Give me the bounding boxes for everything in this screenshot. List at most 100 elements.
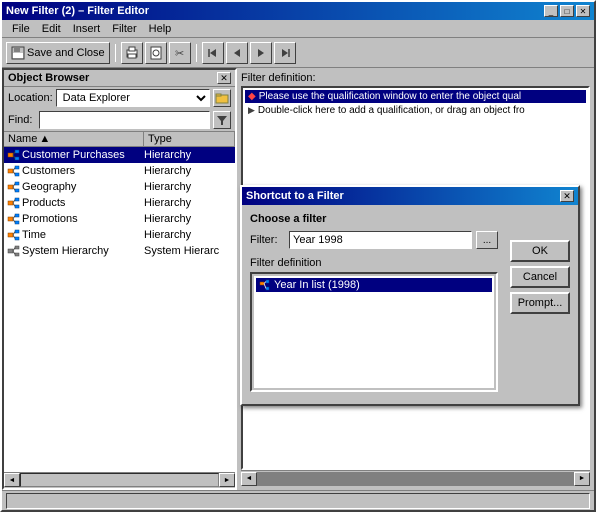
scroll-right-button[interactable]: ► [219, 473, 235, 487]
def-item-icon [259, 279, 271, 291]
scroll-track[interactable] [257, 472, 574, 486]
menu-help[interactable]: Help [143, 22, 178, 36]
filter-info-text: Please use the qualification window to e… [259, 91, 521, 102]
object-list-header: Name ▲ Type [4, 131, 235, 147]
item-name: Customers [22, 165, 144, 177]
prompt-button[interactable]: Prompt... [510, 292, 570, 314]
save-close-label: Save and Close [27, 47, 105, 59]
close-button[interactable]: ✕ [576, 5, 590, 17]
sort-icon: ▲ [39, 133, 50, 145]
left-panel-scrollbar: ◄ ► [4, 472, 235, 488]
toolbar-separator-1 [115, 44, 116, 62]
item-name: Products [22, 197, 144, 209]
shortcut-filter-dialog: Shortcut to a Filter ✕ Choose a filter F… [240, 185, 580, 406]
list-item[interactable]: Promotions Hierarchy [4, 211, 235, 227]
item-type: Hierarchy [144, 197, 233, 209]
location-select[interactable]: Data Explorer [56, 89, 210, 107]
location-label: Location: [8, 92, 53, 104]
nav-btn-3[interactable] [250, 42, 272, 64]
ok-button[interactable]: OK [510, 240, 570, 262]
cut-icon: ✂ [173, 46, 187, 60]
list-item[interactable]: Customers Hierarchy [4, 163, 235, 179]
nav-btn-4[interactable] [274, 42, 296, 64]
modal-body: Choose a filter Filter: ... Filter defin… [242, 205, 578, 404]
nav-right-icon [278, 46, 292, 60]
cancel-button[interactable]: Cancel [510, 266, 570, 288]
print-preview-icon [149, 46, 163, 60]
print-preview-button[interactable] [145, 42, 167, 64]
minimize-button[interactable]: _ [544, 5, 558, 17]
item-name: System Hierarchy [22, 245, 144, 257]
item-name: Time [22, 229, 144, 241]
location-browse-button[interactable] [213, 89, 231, 107]
item-type: Hierarchy [144, 149, 233, 161]
toolbar: Save and Close ✂ [2, 38, 594, 68]
item-type: Hierarchy [144, 213, 233, 225]
svg-text:✂: ✂ [175, 48, 184, 60]
folder-icon [215, 91, 229, 105]
list-item[interactable]: Geography Hierarchy [4, 179, 235, 195]
col-header-name[interactable]: Name ▲ [4, 132, 144, 146]
modal-filter-row: Filter: ... [250, 231, 498, 249]
item-name: Promotions [22, 213, 144, 225]
modal-filter-browse-button[interactable]: ... [476, 231, 498, 249]
item-type: System Hierarc [144, 245, 233, 257]
nav-btn-1[interactable] [202, 42, 224, 64]
filter-def-scrollbar: ◄ ► [241, 470, 590, 486]
find-input[interactable] [39, 111, 210, 129]
modal-def-item-text: Year In list (1998) [274, 279, 360, 291]
menu-edit[interactable]: Edit [36, 22, 67, 36]
nav-left2-icon [230, 46, 244, 60]
filter-info-row: ◆ Please use the qualification window to… [245, 90, 586, 103]
scroll-left-button[interactable]: ◄ [4, 473, 20, 487]
scroll-right-btn[interactable]: ► [574, 472, 590, 486]
hierarchy-icon [6, 179, 22, 195]
modal-filter-label: Filter: [250, 234, 285, 246]
save-close-button[interactable]: Save and Close [6, 42, 110, 64]
modal-title-bar: Shortcut to a Filter ✕ [242, 187, 578, 205]
object-list[interactable]: Customer Purchases Hierarchy [4, 147, 235, 472]
menu-filter[interactable]: Filter [106, 22, 142, 36]
modal-close-button[interactable]: ✕ [560, 190, 574, 202]
item-name: Customer Purchases [22, 149, 144, 161]
modal-def-item: Year In list (1998) [256, 278, 492, 292]
modal-buttons: OK Cancel Prompt... [510, 240, 570, 314]
toolbar-separator-2 [196, 44, 197, 62]
object-browser-title-bar: Object Browser ✕ [4, 70, 235, 87]
scroll-track[interactable] [20, 473, 219, 487]
find-filter-button[interactable] [213, 111, 231, 129]
list-item[interactable]: Time Hierarchy [4, 227, 235, 243]
hierarchy-icon [6, 211, 22, 227]
item-type: Hierarchy [144, 181, 233, 193]
scroll-left-btn[interactable]: ◄ [241, 472, 257, 486]
status-panel [6, 493, 590, 509]
menu-insert[interactable]: Insert [67, 22, 107, 36]
print-button[interactable] [121, 42, 143, 64]
filter-hint-text: Double-click here to add a qualification… [258, 105, 525, 116]
col-header-type[interactable]: Type [144, 132, 235, 146]
object-browser-close-button[interactable]: ✕ [217, 72, 231, 84]
modal-def-inner: Year In list (1998) [254, 276, 494, 388]
modal-section-label: Choose a filter [250, 213, 498, 225]
title-bar-buttons: _ □ ✕ [544, 5, 590, 17]
find-label: Find: [8, 114, 36, 126]
modal-filter-input[interactable] [289, 231, 472, 249]
hierarchy-icon [6, 147, 22, 163]
menu-bar: File Edit Insert Filter Help [2, 20, 594, 38]
modal-title: Shortcut to a Filter [246, 190, 344, 202]
maximize-button[interactable]: □ [560, 5, 574, 17]
nav-btn-2[interactable] [226, 42, 248, 64]
find-row: Find: [4, 109, 235, 131]
cut-button[interactable]: ✂ [169, 42, 191, 64]
modal-def-area: Year In list (1998) [250, 272, 498, 392]
nav-right2-icon [254, 46, 268, 60]
modal-def-label: Filter definition [250, 257, 498, 269]
object-browser-title: Object Browser [8, 72, 89, 84]
list-item[interactable]: Products Hierarchy [4, 195, 235, 211]
menu-file[interactable]: File [6, 22, 36, 36]
list-item[interactable]: System Hierarchy System Hierarc [4, 243, 235, 259]
nav-left-icon [206, 46, 220, 60]
item-name: Geography [22, 181, 144, 193]
list-item[interactable]: Customer Purchases Hierarchy [4, 147, 235, 163]
system-hierarchy-icon [6, 243, 22, 259]
